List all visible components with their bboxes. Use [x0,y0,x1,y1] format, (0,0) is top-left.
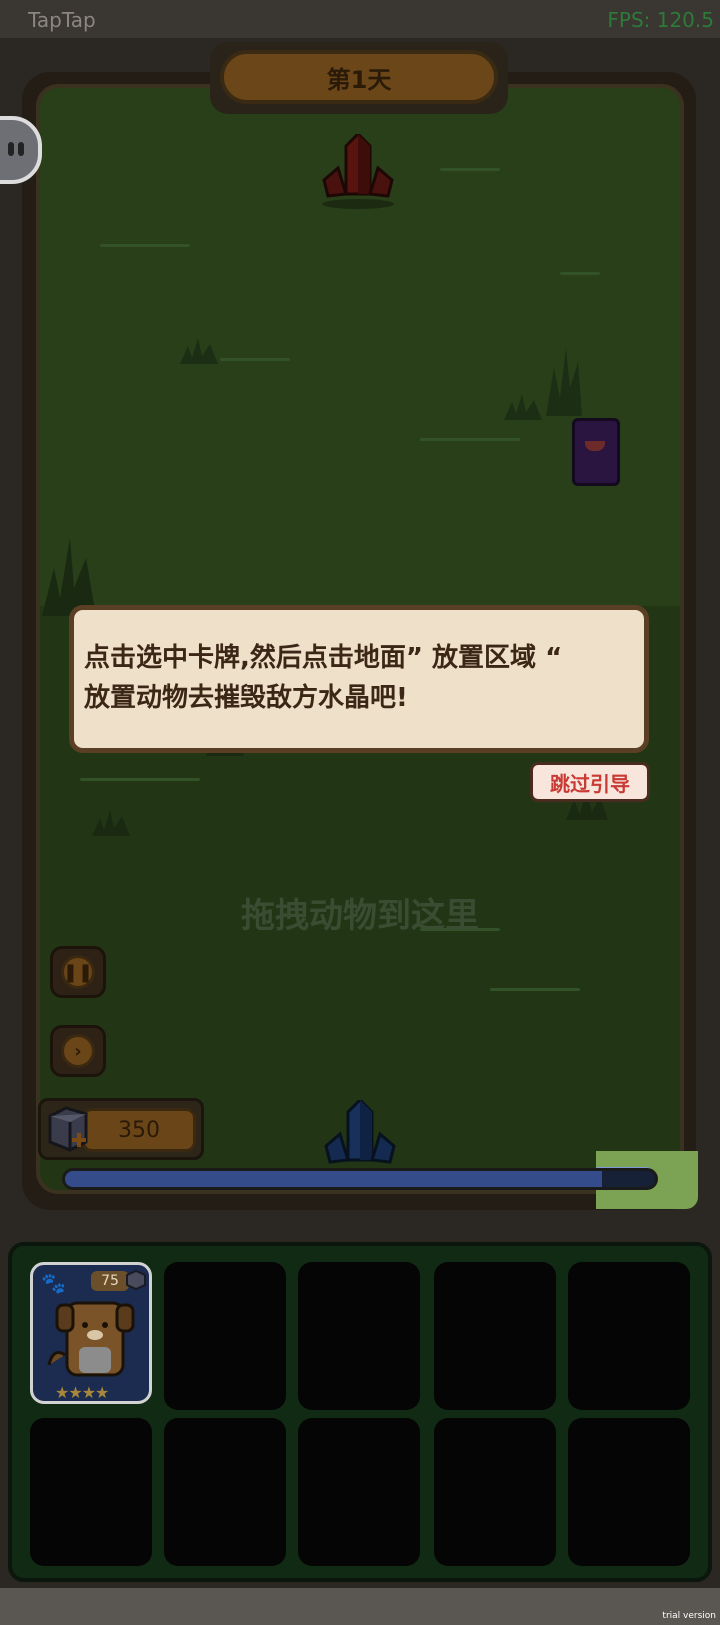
card-stars: ★★★★ [55,1383,109,1402]
tutorial-text-line1: 点击选中卡牌,然后点击地面” 放置区域 “ [84,643,563,673]
enemy-crystal-icon [322,134,394,209]
resource-cube-icon [48,1106,88,1152]
empty-card-slot[interactable] [298,1262,420,1410]
tutorial-dialog: 点击选中卡牌,然后点击地面” 放置区域 “ 放置动物去摧毁敌方水晶吧! [69,605,649,753]
drop-zone-hint: 拖拽动物到这里 [241,896,479,936]
watermark: trial version [662,1611,716,1621]
empty-card-slot[interactable] [164,1418,286,1566]
player-crystal-icon [324,1100,396,1164]
card-cost: 75 [91,1271,129,1291]
empty-card-slot[interactable] [298,1418,420,1566]
empty-card-slot[interactable] [30,1418,152,1566]
progress-bar [62,1168,658,1190]
fps-counter: FPS: 120.5 [607,8,714,32]
grass-line [80,778,200,781]
resource-amount: 350 [82,1108,196,1152]
tutorial-text-line2: 放置动物去摧毁敌方水晶吧! [84,683,408,713]
progress-bar-fill [65,1171,602,1187]
speed-button[interactable]: › [50,1025,106,1077]
paw-icon: 🐾 [41,1271,66,1295]
pause-button[interactable]: ❚❚ [50,946,106,998]
grass-line [490,988,580,991]
empty-card-slot[interactable] [164,1262,286,1410]
empty-card-slot[interactable] [568,1418,690,1566]
skip-tutorial-button[interactable]: 跳过引导 [530,762,650,802]
dog-icon [47,1301,135,1377]
card-cube-icon [126,1269,146,1291]
grass-line [560,272,600,275]
grass-line [220,358,290,361]
animal-card-dog[interactable]: 🐾 75 ★★★★ [30,1262,152,1404]
grass-line [420,438,520,441]
grass-tuft-icon [546,348,582,416]
empty-card-slot[interactable] [568,1262,690,1410]
app-name: TapTap [28,8,96,32]
grass-tuft-icon [504,394,542,420]
grass-tuft-icon [92,810,130,836]
play-arrow-icon: › [61,1034,95,1068]
grass-line [100,244,190,247]
empty-card-slot[interactable] [434,1418,556,1566]
bottom-bar: trial version [0,1588,720,1625]
grass-tuft-icon [180,338,218,364]
grass-line [440,168,500,171]
status-bar: TapTap FPS: 120.5 [0,0,720,38]
enemy-monster [572,418,620,486]
pause-icon: ❚❚ [61,955,95,989]
day-banner: 第1天 [220,50,498,104]
empty-card-slot[interactable] [434,1262,556,1410]
